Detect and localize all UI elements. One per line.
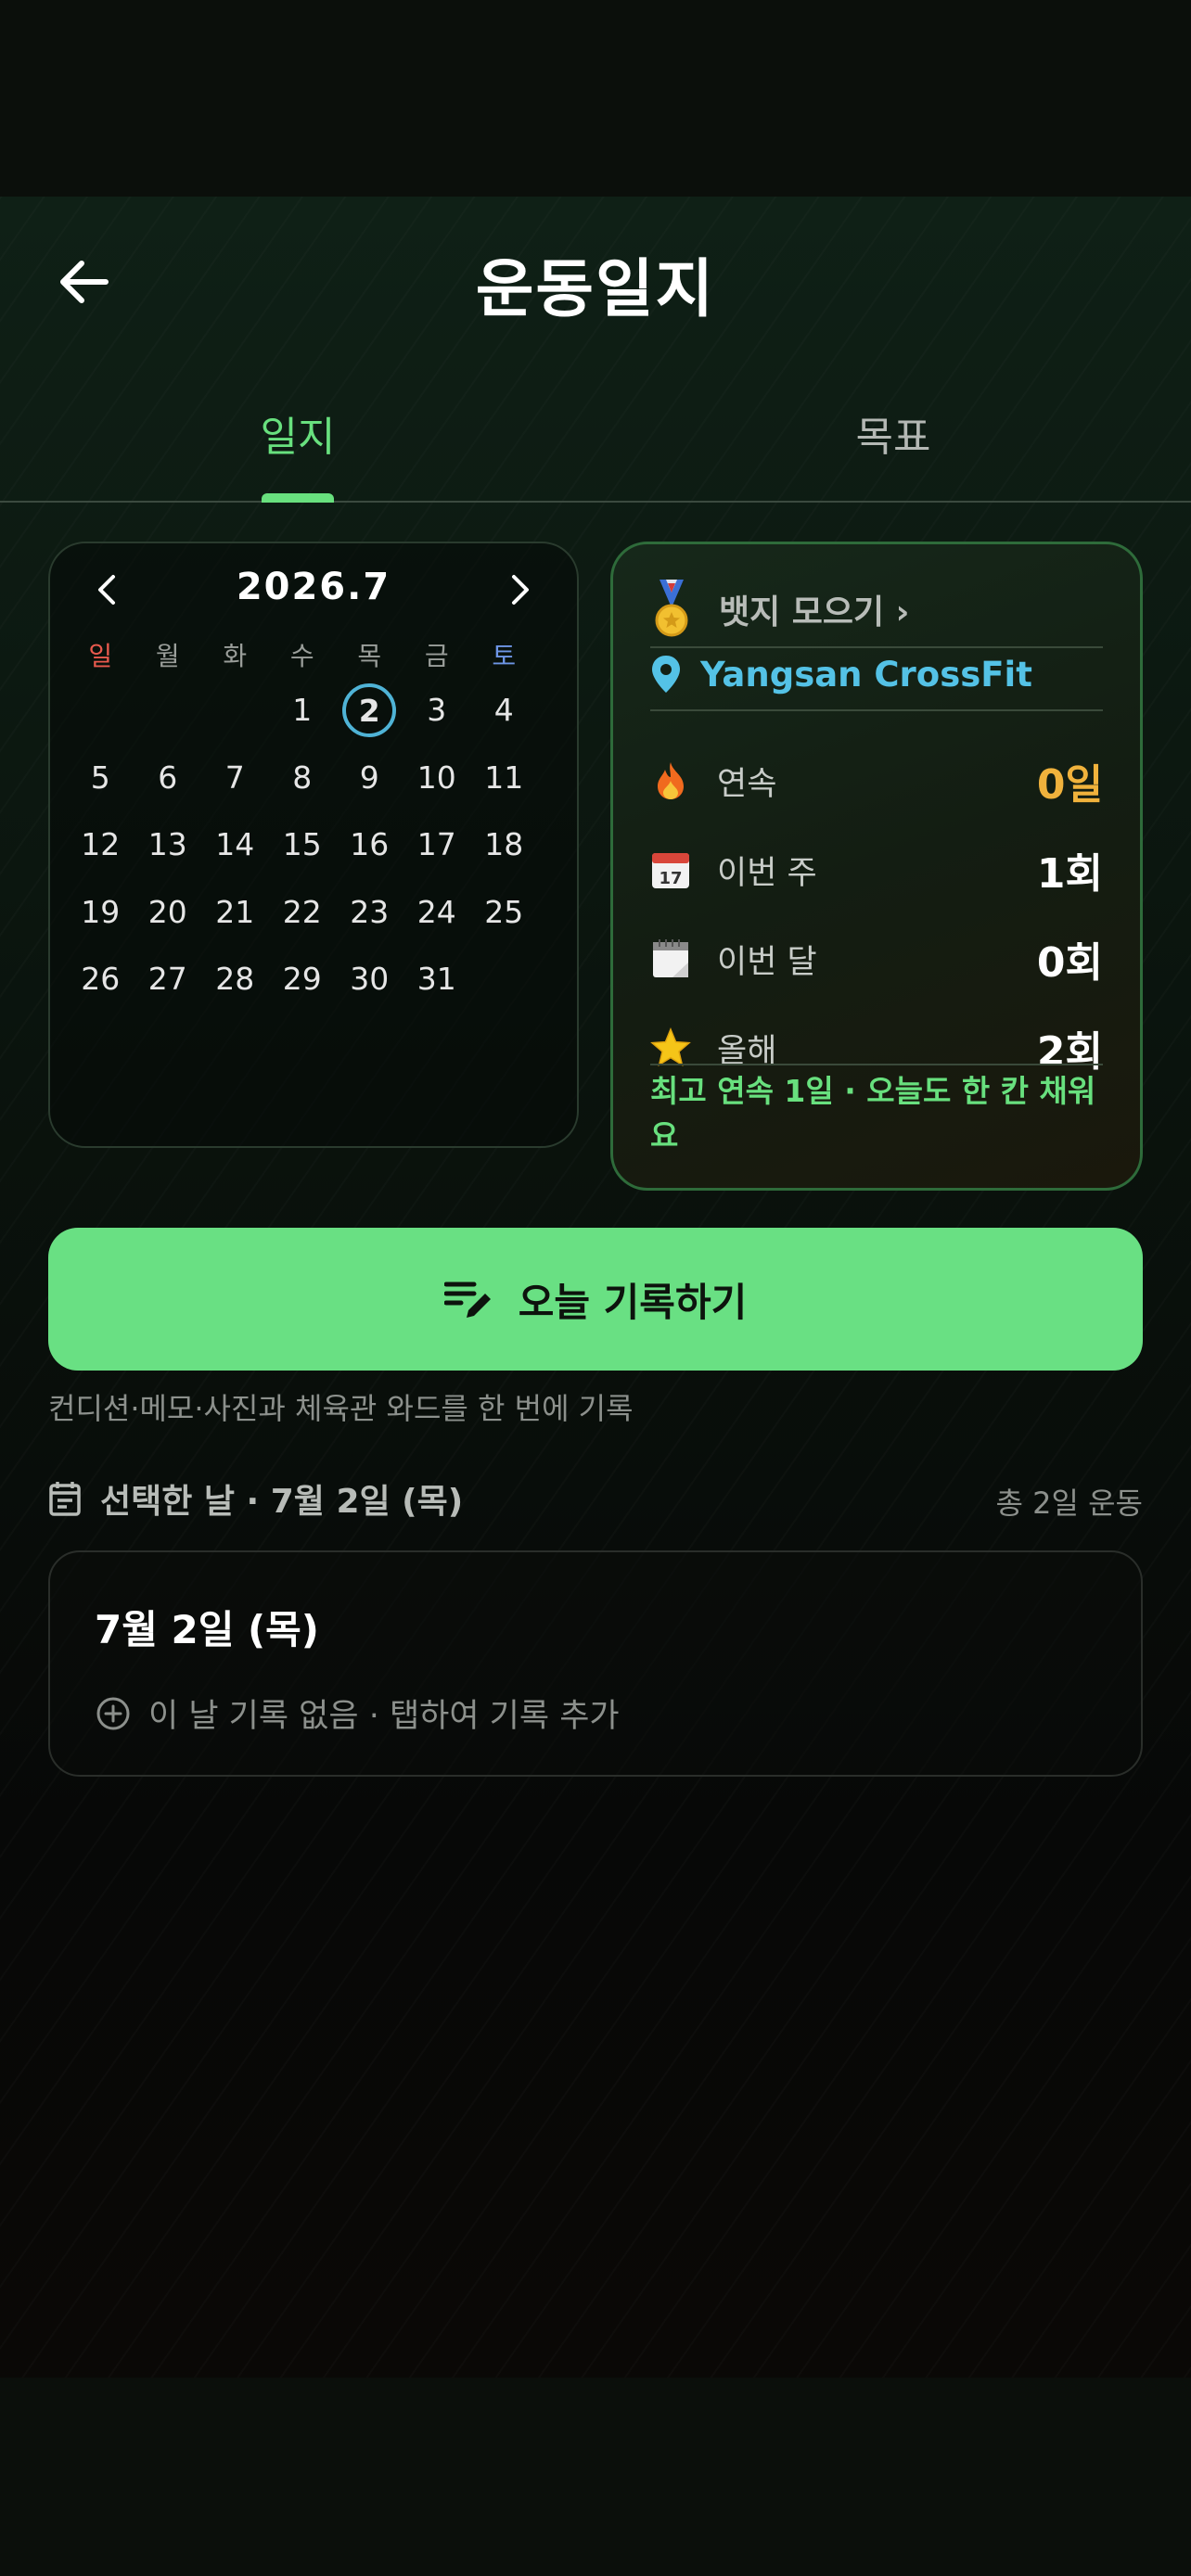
total-workout-days: 총 2일 운동 bbox=[995, 1486, 1143, 1521]
calendar-day[interactable]: 11 bbox=[470, 745, 538, 812]
calendar-day[interactable]: 22 bbox=[269, 879, 337, 947]
calendar-day[interactable]: 13 bbox=[134, 811, 202, 879]
calendar-day[interactable]: 19 bbox=[67, 879, 134, 947]
calendar-day[interactable]: 16 bbox=[336, 811, 403, 879]
calendar-week: 1 2 3 4 bbox=[67, 677, 538, 745]
calendar-day bbox=[67, 677, 134, 745]
svg-text:17: 17 bbox=[659, 869, 682, 888]
day-card-title: 7월 2일 (목) bbox=[95, 1607, 320, 1652]
page-title: 운동일지 bbox=[475, 253, 716, 326]
calendar-day[interactable]: 26 bbox=[67, 946, 134, 1014]
calendar-day[interactable]: 23 bbox=[336, 879, 403, 947]
calendar-pad-icon bbox=[650, 938, 691, 979]
calendar-day[interactable]: 21 bbox=[201, 879, 269, 947]
calendar-day[interactable]: 28 bbox=[201, 946, 269, 1014]
best-streak-message: 최고 연속 1일 · 오늘도 한 칸 채워요 bbox=[650, 1073, 1096, 1154]
calendar-day[interactable]: 1 bbox=[269, 677, 337, 745]
calendar-day[interactable]: 24 bbox=[403, 879, 471, 947]
add-record-link[interactable]: 이 날 기록 없음 · 탭하여 기록 추가 bbox=[95, 1690, 620, 1737]
calendar-week: 26 27 28 29 30 31 bbox=[67, 946, 538, 1014]
calendar-week: 19 20 21 22 23 24 25 bbox=[67, 879, 538, 947]
calendar-month-label: 2026.7 bbox=[236, 566, 391, 608]
app-screen: 운동일지 일지 목표 2026.7 일 월 화 수 목 금 토 1 2 3 4 … bbox=[0, 197, 1191, 2378]
gym-link[interactable]: Yangsan CrossFit bbox=[650, 654, 1032, 695]
weekday-label: 토 bbox=[492, 641, 517, 671]
calendar-day[interactable]: 6 bbox=[134, 745, 202, 812]
stat-this-week: 17 이번 주 1회 bbox=[650, 837, 1103, 902]
calendar-day bbox=[470, 946, 538, 1014]
calendar-week: 5 6 7 8 9 10 11 bbox=[67, 745, 538, 812]
record-today-button[interactable]: 오늘 기록하기 bbox=[48, 1228, 1143, 1371]
add-circle-icon bbox=[96, 1697, 130, 1729]
calendar-day[interactable]: 15 bbox=[269, 811, 337, 879]
calendar-day[interactable]: 7 bbox=[201, 745, 269, 812]
calendar-day[interactable]: 8 bbox=[269, 745, 337, 812]
stat-label: 연속 bbox=[717, 765, 777, 803]
calendar-day[interactable]: 14 bbox=[201, 811, 269, 879]
calendar-day[interactable]: 29 bbox=[269, 946, 337, 1014]
weekday-label: 화 bbox=[223, 641, 248, 671]
calendar-day bbox=[201, 677, 269, 745]
stat-value: 0일 bbox=[1036, 761, 1103, 809]
divider bbox=[650, 1064, 1103, 1065]
tab-bar: 일지 목표 bbox=[0, 382, 1191, 503]
calendar-day bbox=[134, 677, 202, 745]
weekday-label: 월 bbox=[155, 641, 180, 671]
add-record-label: 이 날 기록 없음 · 탭하여 기록 추가 bbox=[148, 1698, 620, 1735]
badge-collection-label: 뱃지 모으기 › bbox=[719, 593, 910, 631]
stat-streak: 연속 0일 bbox=[650, 748, 1103, 813]
weekday-label: 목 bbox=[357, 641, 382, 671]
calendar-day[interactable]: 17 bbox=[403, 811, 471, 879]
record-today-label: 오늘 기록하기 bbox=[518, 1279, 748, 1325]
divider bbox=[650, 709, 1103, 711]
weekday-label: 일 bbox=[88, 641, 113, 671]
calendar-day-selected[interactable]: 2 bbox=[336, 677, 403, 745]
calendar-day[interactable]: 27 bbox=[134, 946, 202, 1014]
selected-day-title: 선택한 날 · 7월 2일 (목) bbox=[100, 1483, 464, 1521]
chevron-right-icon bbox=[512, 575, 529, 605]
next-month-button[interactable] bbox=[499, 569, 540, 610]
calendar-grid: 일 월 화 수 목 금 토 1 2 3 4 5 6 7 8 9 10 11 12… bbox=[67, 636, 538, 1014]
calendar-day[interactable]: 10 bbox=[403, 745, 471, 812]
stat-value: 0회 bbox=[1036, 939, 1103, 987]
badge-collection-link[interactable]: 뱃지 모으기 › bbox=[650, 580, 910, 639]
calendar-day[interactable]: 30 bbox=[336, 946, 403, 1014]
calendar-day[interactable]: 4 bbox=[470, 677, 538, 745]
weekday-label: 금 bbox=[424, 641, 449, 671]
tab-goal[interactable]: 목표 bbox=[596, 382, 1191, 503]
weekday-label: 수 bbox=[289, 641, 314, 671]
fire-icon bbox=[650, 760, 691, 801]
map-pin-icon bbox=[652, 656, 680, 693]
calendar-day[interactable]: 18 bbox=[470, 811, 538, 879]
day-record-card[interactable]: 7월 2일 (목) 이 날 기록 없음 · 탭하여 기록 추가 bbox=[48, 1550, 1143, 1777]
calendar-day[interactable]: 3 bbox=[403, 677, 471, 745]
calendar-day[interactable]: 5 bbox=[67, 745, 134, 812]
calendar-card: 2026.7 일 월 화 수 목 금 토 1 2 3 4 5 6 7 8 9 1… bbox=[48, 542, 579, 1148]
stat-this-month: 이번 달 0회 bbox=[650, 926, 1103, 991]
calendar-icon bbox=[49, 1482, 81, 1516]
star-icon bbox=[650, 1027, 691, 1068]
gym-name: Yangsan CrossFit bbox=[700, 654, 1032, 695]
medal-icon bbox=[655, 580, 688, 637]
selected-day-header: 선택한 날 · 7월 2일 (목) bbox=[48, 1474, 463, 1523]
calendar-week: 12 13 14 15 16 17 18 bbox=[67, 811, 538, 879]
tab-journal[interactable]: 일지 bbox=[0, 382, 596, 503]
calendar-day[interactable]: 31 bbox=[403, 946, 471, 1014]
calendar-17-icon: 17 bbox=[650, 849, 691, 890]
stats-card: 뱃지 모으기 › Yangsan CrossFit 연속 0일 17 이번 주 … bbox=[610, 542, 1143, 1191]
stat-value: 1회 bbox=[1036, 850, 1103, 898]
divider bbox=[650, 646, 1103, 648]
calendar-day[interactable]: 25 bbox=[470, 879, 538, 947]
tab-active-indicator bbox=[262, 493, 334, 503]
calendar-day[interactable]: 12 bbox=[67, 811, 134, 879]
calendar-day[interactable]: 9 bbox=[336, 745, 403, 812]
edit-note-icon bbox=[443, 1282, 491, 1318]
stat-label: 이번 주 bbox=[717, 854, 817, 892]
weekday-header: 일 월 화 수 목 금 토 bbox=[67, 636, 538, 677]
record-today-subtitle: 컨디션·메모·사진과 체육관 와드를 한 번에 기록 bbox=[48, 1391, 634, 1426]
calendar-day[interactable]: 20 bbox=[134, 879, 202, 947]
stat-label: 이번 달 bbox=[717, 943, 817, 981]
